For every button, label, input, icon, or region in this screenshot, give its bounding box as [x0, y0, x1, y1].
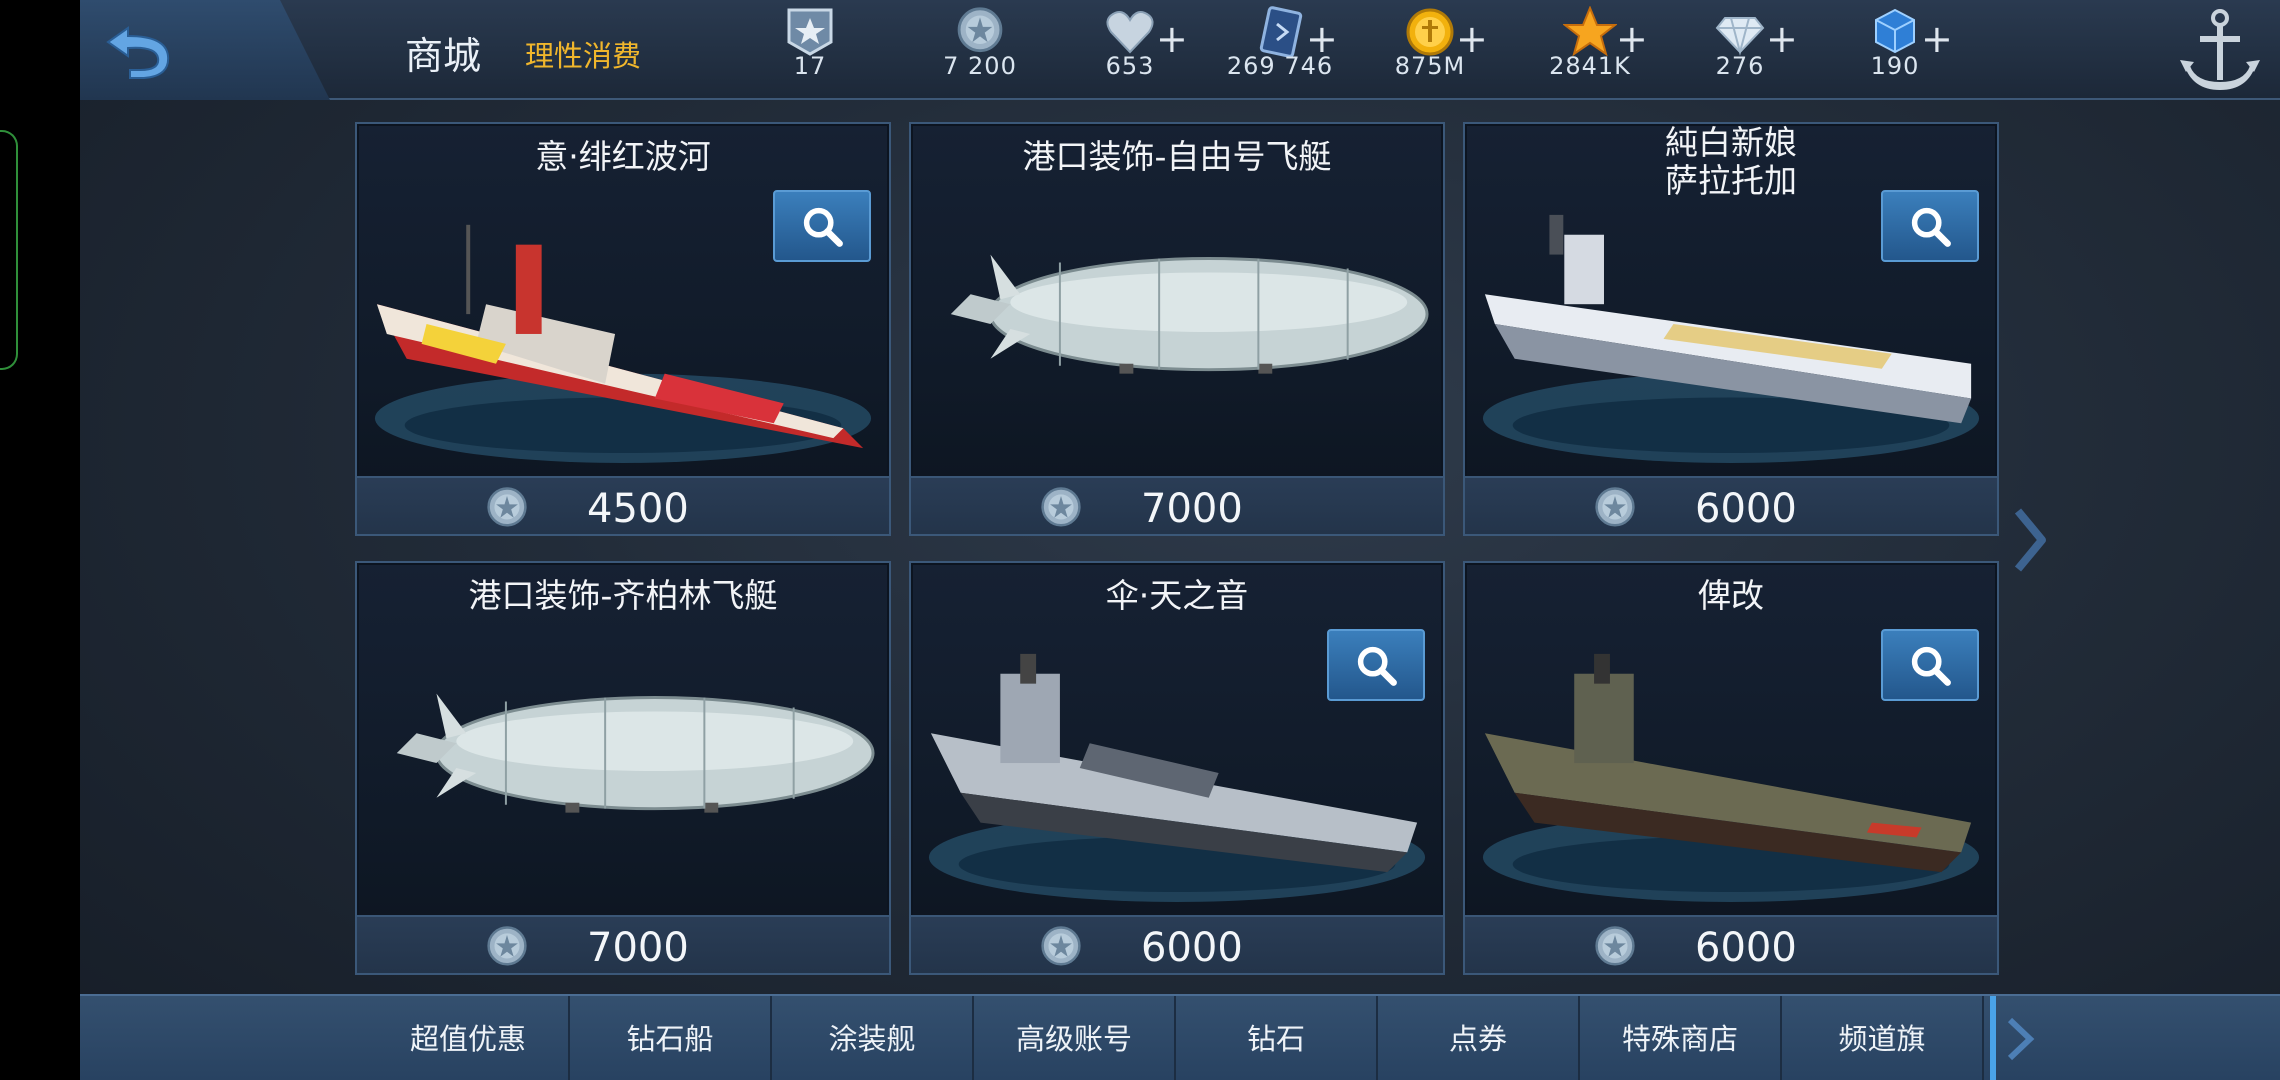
- item-price: 6000: [1141, 925, 1243, 971]
- tab-item[interactable]: 超值优惠: [368, 996, 570, 1080]
- back-button[interactable]: [100, 18, 180, 82]
- page-title: 商城: [405, 34, 482, 78]
- resource-value: 7 200: [943, 52, 1017, 80]
- item-title: 港口装饰-自由号飞艇: [911, 138, 1443, 176]
- resource-star[interactable]: 2841K +: [1520, 0, 1660, 100]
- item-title-line: 港口装饰-齐柏林飞艇: [468, 576, 778, 615]
- price-bar[interactable]: 7000: [357, 915, 889, 973]
- item-price: 7000: [1141, 486, 1243, 532]
- item-title-line: 俾改: [1698, 576, 1764, 615]
- shop-item-card[interactable]: 純白新娘 萨拉托加 6000: [1463, 122, 1999, 536]
- tab-item[interactable]: 高级账号: [974, 996, 1176, 1080]
- coupon-icon: [1593, 925, 1637, 967]
- shop-item-card[interactable]: 意·绯红波河 4500: [355, 122, 891, 536]
- item-preview-image: [921, 184, 1433, 474]
- next-page-arrow[interactable]: [2010, 505, 2050, 575]
- price-bar[interactable]: 6000: [911, 915, 1443, 973]
- price-bar[interactable]: 6000: [1465, 476, 1997, 534]
- diamond-icon: [1713, 6, 1767, 58]
- tab-item[interactable]: 涂装舰: [772, 996, 974, 1080]
- tab-item[interactable]: 频道旗: [1782, 996, 1984, 1080]
- item-title-line: 純白新娘: [1665, 123, 1797, 162]
- cube-icon: [1868, 6, 1922, 58]
- resource-cube[interactable]: 190 +: [1825, 0, 1965, 100]
- item-price: 4500: [587, 486, 689, 532]
- chevron-right-icon: [2014, 508, 2046, 572]
- anchor-icon: [2180, 9, 2260, 90]
- resource-diamond[interactable]: 276 +: [1670, 0, 1810, 100]
- item-title-line: 港口装饰-自由号飞艇: [1022, 137, 1332, 176]
- resource-rank: 17: [740, 0, 880, 100]
- preview-zoom-button[interactable]: [1881, 629, 1979, 701]
- tabs-next-button[interactable]: [1990, 996, 2050, 1080]
- shop-screen: 商城 理性消费 17 7 200 653 + 269 746 + 875M + …: [80, 0, 2280, 1080]
- item-price: 7000: [587, 925, 689, 971]
- item-title-line: 伞·天之音: [1105, 576, 1249, 615]
- item-price: 6000: [1695, 486, 1797, 532]
- tab-item[interactable]: 钻石船: [570, 996, 772, 1080]
- coupon-icon: [1593, 486, 1637, 528]
- top-bar: 商城 理性消费 17 7 200 653 + 269 746 + 875M + …: [80, 0, 2280, 100]
- coupon-icon: [485, 486, 529, 528]
- resource-coupon: 7 200: [910, 0, 1050, 100]
- price-bar[interactable]: 4500: [357, 476, 889, 534]
- tab-item[interactable]: 钻石: [1176, 996, 1378, 1080]
- plus-icon[interactable]: +: [1921, 20, 1953, 58]
- item-title: 意·绯红波河: [357, 138, 889, 176]
- item-title: 俾改: [1465, 577, 1997, 615]
- shop-item-card[interactable]: 港口装饰-自由号飞艇 7000: [909, 122, 1445, 536]
- preview-zoom-button[interactable]: [1327, 629, 1425, 701]
- coupon-icon: [485, 925, 529, 967]
- resource-card[interactable]: 269 746 +: [1210, 0, 1350, 100]
- plus-icon[interactable]: +: [1616, 20, 1648, 58]
- search-icon: [1911, 646, 1951, 686]
- shop-item-card[interactable]: 伞·天之音 6000: [909, 561, 1445, 975]
- tab-item[interactable]: 特殊商店: [1580, 996, 1782, 1080]
- item-preview-image: [367, 623, 879, 913]
- heart-icon: [1103, 6, 1157, 58]
- plus-icon[interactable]: +: [1156, 20, 1188, 58]
- device-bezel: [0, 0, 80, 1080]
- plus-icon[interactable]: +: [1456, 20, 1488, 58]
- item-price: 6000: [1695, 925, 1797, 971]
- gold-icon: [1403, 6, 1457, 58]
- category-tab-bar: 超值优惠 钻石船 涂装舰 高级账号 钻石 点券 特殊商店 频道旗: [80, 994, 2280, 1080]
- tab-item[interactable]: 点券: [1378, 996, 1580, 1080]
- star-icon: [1562, 5, 1618, 58]
- plus-icon[interactable]: +: [1306, 20, 1338, 58]
- price-bar[interactable]: 6000: [1465, 915, 1997, 973]
- coupon-icon: [1039, 925, 1083, 967]
- item-title: 港口装饰-齐柏林飞艇: [357, 577, 889, 615]
- shop-item-card[interactable]: 港口装饰-齐柏林飞艇 7000: [355, 561, 891, 975]
- page-subtitle: 理性消费: [525, 39, 642, 73]
- search-icon: [803, 207, 843, 247]
- shop-item-card[interactable]: 俾改 6000: [1463, 561, 1999, 975]
- back-arrow-icon: [106, 26, 170, 79]
- plus-icon[interactable]: +: [1766, 20, 1798, 58]
- coupon-icon: [953, 6, 1007, 58]
- search-icon: [1911, 207, 1951, 247]
- resource-gold[interactable]: 875M +: [1360, 0, 1500, 100]
- card-icon: [1253, 6, 1307, 58]
- resource-heart[interactable]: 653 +: [1060, 0, 1200, 100]
- edge-indicator: [0, 130, 18, 370]
- preview-zoom-button[interactable]: [1881, 190, 1979, 262]
- rank-icon: [783, 6, 837, 58]
- chevron-right-icon: [1990, 996, 2035, 1080]
- resource-value: 17: [793, 52, 827, 80]
- preview-zoom-button[interactable]: [773, 190, 871, 262]
- anchor-menu-button[interactable]: [2170, 2, 2270, 102]
- coupon-icon: [1039, 486, 1083, 528]
- item-title-line: 意·绯红波河: [535, 137, 711, 176]
- search-icon: [1357, 646, 1397, 686]
- price-bar[interactable]: 7000: [911, 476, 1443, 534]
- item-title: 伞·天之音: [911, 577, 1443, 615]
